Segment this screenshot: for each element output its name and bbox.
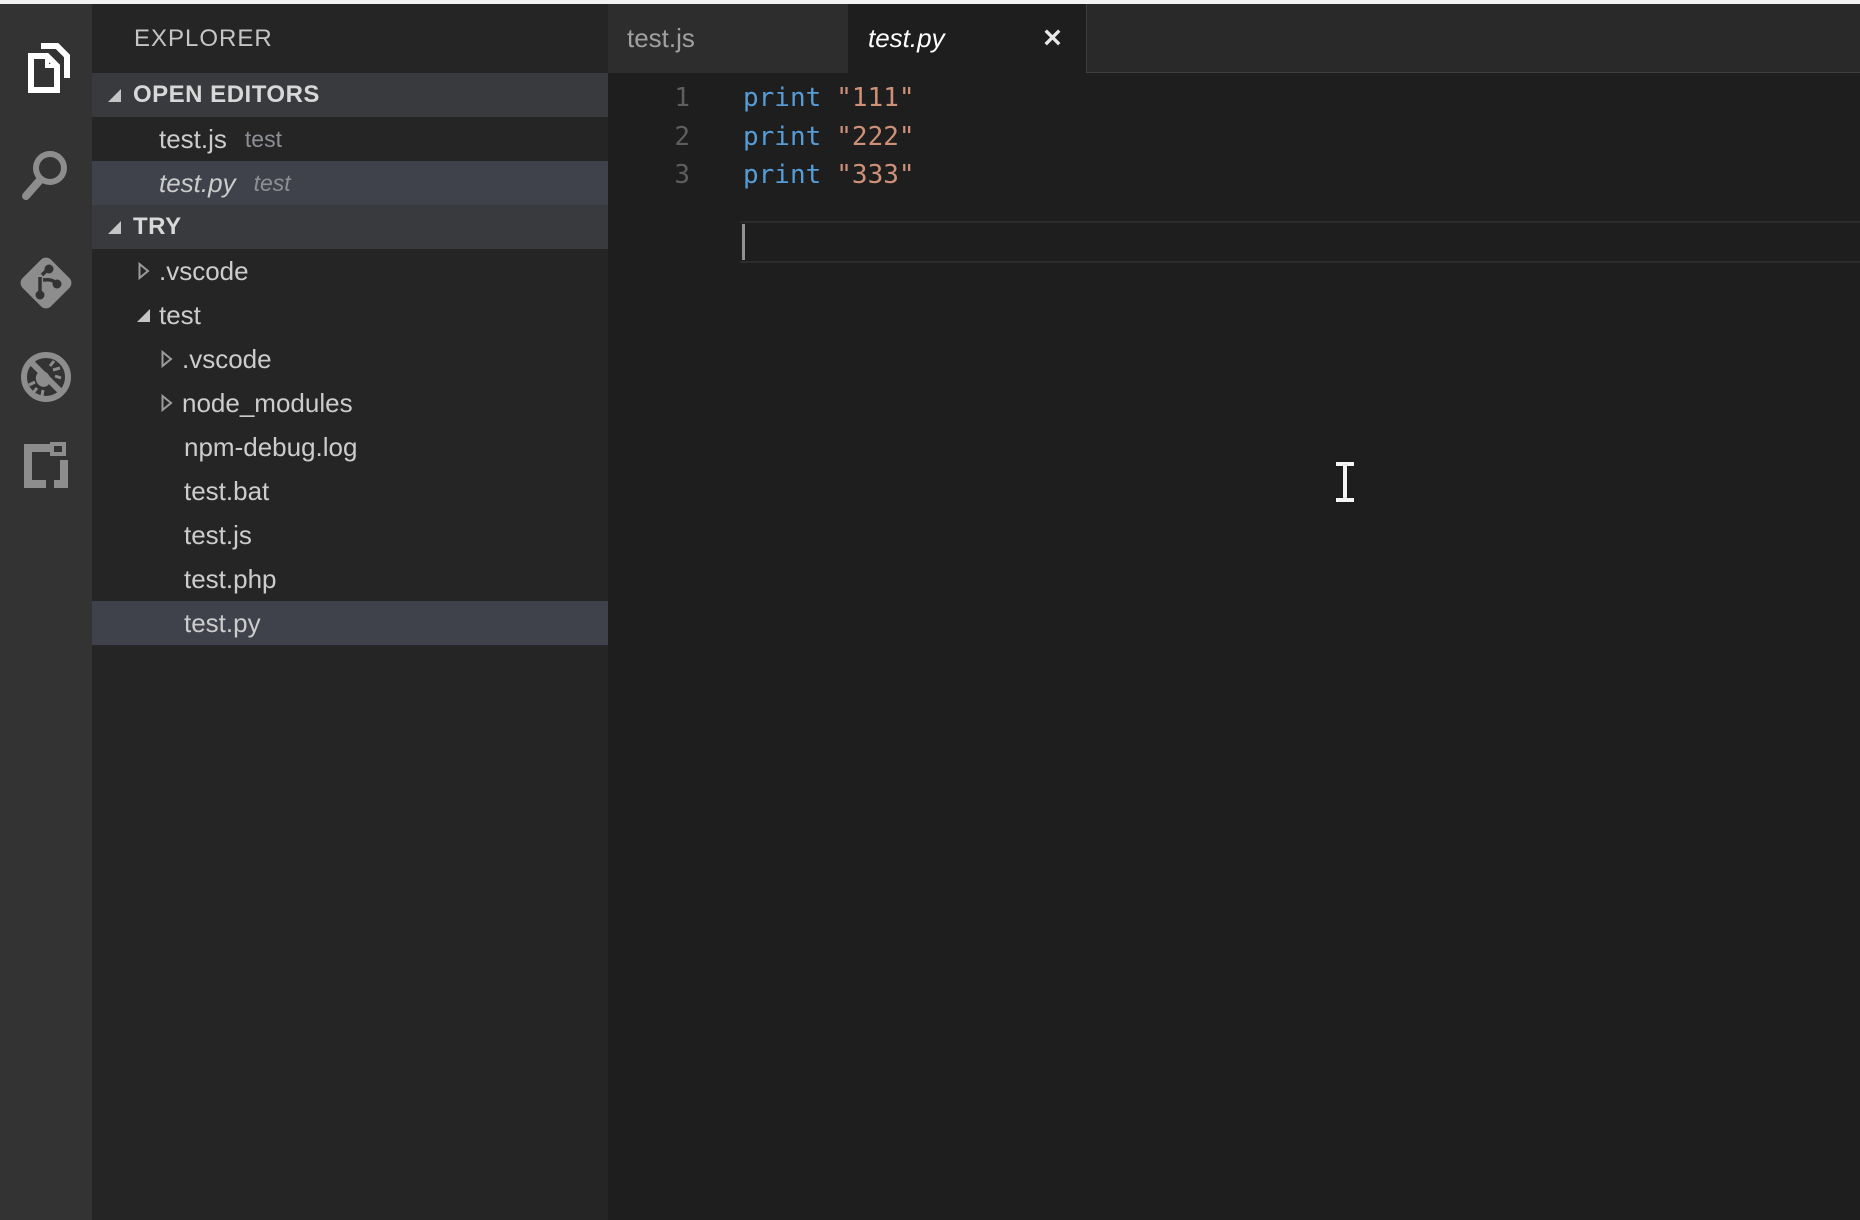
tree-item-label: .vscode (182, 344, 272, 375)
tree-item-vscode[interactable]: .vscode (92, 249, 608, 293)
editor-group: test.js test.py ✕ 1 print "111" 2 print "2… (608, 4, 1860, 1220)
tree-item-label: test.bat (184, 476, 269, 507)
open-editor-file-description: test (245, 126, 282, 153)
activity-item-search[interactable] (0, 129, 92, 221)
current-line-highlight (740, 221, 1860, 263)
debug-disabled-icon (17, 348, 75, 406)
chevron-right-icon (137, 261, 159, 281)
string-token: "222" (836, 122, 914, 152)
activity-item-extensions[interactable] (0, 418, 92, 510)
sidebar-explorer: EXPLORER OPEN EDITORS test.js test test.… (92, 4, 608, 1220)
chevron-right-icon (160, 349, 182, 369)
tree-item-label: test.py (184, 608, 261, 639)
code-line-current[interactable]: 3 print "333" (608, 156, 1860, 195)
line-number: 2 (608, 122, 690, 152)
tab-bar-empty-space (1086, 4, 1860, 73)
tree-item-test-php[interactable]: test.php (92, 557, 608, 601)
string-token: "111" (836, 83, 914, 113)
close-icon[interactable]: ✕ (1042, 26, 1063, 51)
tree-item-label: node_modules (182, 388, 353, 419)
line-number: 1 (608, 83, 690, 113)
extensions-icon (17, 435, 75, 493)
sidebar-title-label: EXPLORER (134, 25, 273, 53)
activity-bar (0, 4, 92, 1220)
tree-item-test-js[interactable]: test.js (92, 513, 608, 557)
folder-section-header-try[interactable]: TRY (92, 205, 608, 249)
tab-test-js[interactable]: test.js (608, 4, 848, 73)
tab-label: test.js (627, 23, 695, 54)
tab-bar: test.js test.py ✕ (608, 4, 1860, 73)
text-caret (742, 224, 745, 260)
code-line[interactable]: 1 print "111" (608, 79, 1860, 118)
sidebar-title: EXPLORER (92, 4, 608, 73)
tree-item-label: npm-debug.log (184, 432, 357, 463)
open-editor-file-name: test.py (159, 168, 236, 199)
activity-item-debug[interactable] (0, 331, 92, 423)
chevron-right-icon (160, 393, 182, 413)
files-icon (17, 39, 75, 97)
tree-item-label: test (159, 300, 201, 331)
open-editor-file-description: test (254, 170, 291, 197)
tree-item-vscode-nested[interactable]: .vscode (92, 337, 608, 381)
tab-label: test.py (868, 23, 945, 54)
folder-section-header-label: TRY (133, 213, 182, 241)
twisty-expanded-icon (108, 89, 121, 102)
code-editor[interactable]: 1 print "111" 2 print "222" 3 print "333" (608, 73, 1860, 195)
open-editor-file-name: test.js (159, 124, 227, 155)
keyword-token: print (743, 122, 821, 152)
string-token: "333" (836, 160, 914, 190)
activity-item-explorer[interactable] (0, 22, 92, 114)
search-icon (17, 146, 75, 204)
tree-item-label: .vscode (159, 256, 249, 287)
line-number: 3 (608, 160, 690, 190)
tree-item-npm-debug-log[interactable]: npm-debug.log (92, 425, 608, 469)
tree-item-label: test.php (184, 564, 277, 595)
activity-item-source-control[interactable] (0, 237, 92, 329)
twisty-expanded-icon (137, 309, 159, 322)
tree-item-test-bat[interactable]: test.bat (92, 469, 608, 513)
tab-test-py[interactable]: test.py ✕ (848, 4, 1086, 73)
tree-item-test[interactable]: test (92, 293, 608, 337)
git-icon (16, 253, 76, 313)
keyword-token: print (743, 160, 821, 190)
tree-item-label: test.js (184, 520, 252, 551)
open-editors-header-label: OPEN EDITORS (133, 81, 320, 109)
tree-item-test-py[interactable]: test.py (92, 601, 608, 645)
tree-item-node-modules[interactable]: node_modules (92, 381, 608, 425)
twisty-expanded-icon (108, 221, 121, 234)
keyword-token: print (743, 83, 821, 113)
open-editor-item-testjs[interactable]: test.js test (92, 117, 608, 161)
open-editor-item-testpy[interactable]: test.py test (92, 161, 608, 205)
open-editors-header[interactable]: OPEN EDITORS (92, 73, 608, 117)
code-line[interactable]: 2 print "222" (608, 118, 1860, 157)
